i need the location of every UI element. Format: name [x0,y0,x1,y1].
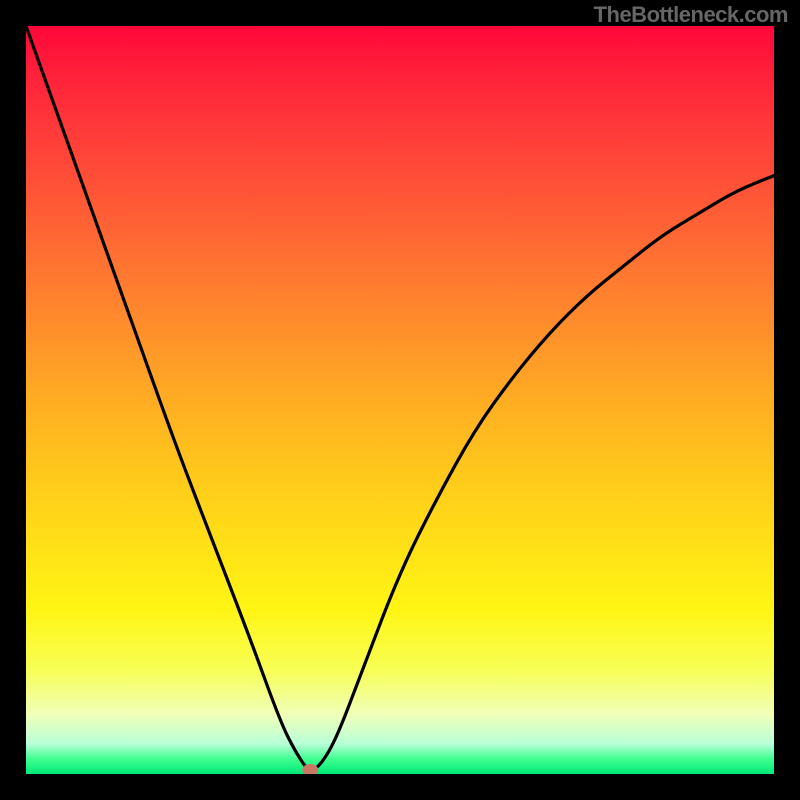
chart-container: TheBottleneck.com [0,0,800,800]
bottleneck-curve [26,26,774,770]
curve-layer [26,26,774,774]
plot-frame [26,26,774,774]
plot-area [26,26,774,774]
attribution-label: TheBottleneck.com [594,2,788,28]
